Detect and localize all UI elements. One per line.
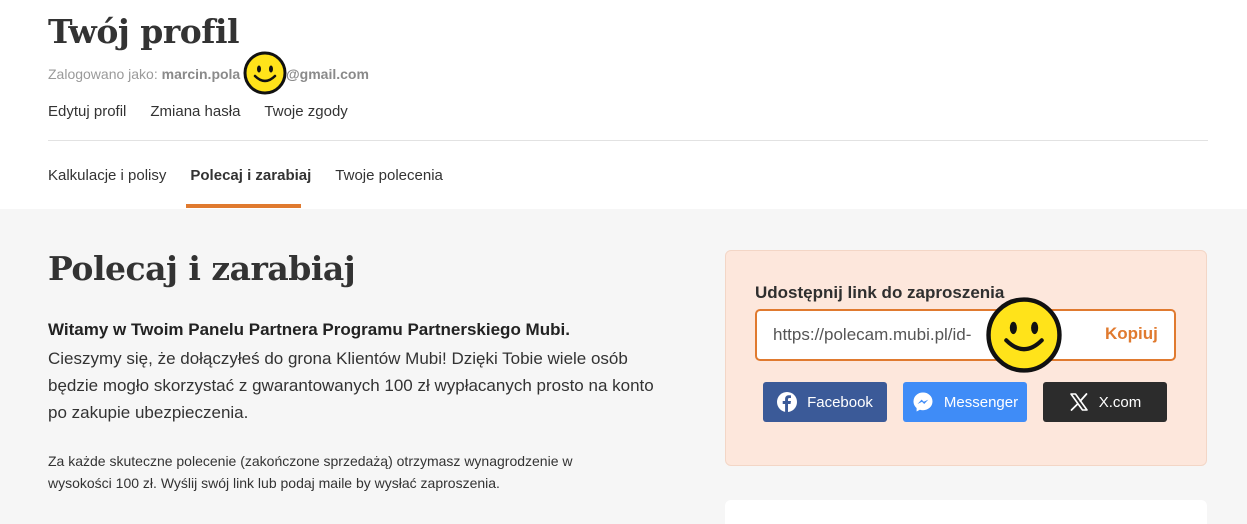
logged-in-email-end: @gmail.com xyxy=(286,66,369,82)
facebook-share-button[interactable]: Facebook xyxy=(763,382,887,422)
tab-your-referrals[interactable]: Twoje polecenia xyxy=(335,167,443,184)
logged-in-label: Zalogowano jako: xyxy=(48,66,158,82)
welcome-text: Cieszymy się, że dołączyłeś do grona Kli… xyxy=(48,349,654,422)
messenger-icon xyxy=(913,392,933,412)
facebook-icon xyxy=(777,392,798,412)
smiley-redaction-icon xyxy=(986,297,1062,373)
secondary-card xyxy=(725,500,1207,524)
header-divider xyxy=(48,140,1208,141)
x-share-button[interactable]: X.com xyxy=(1043,382,1167,422)
active-tab-indicator xyxy=(186,204,301,208)
messenger-share-button[interactable]: Messenger xyxy=(903,382,1027,422)
tab-bar: Kalkulacje i polisy Polecaj i zarabiaj T… xyxy=(48,167,443,184)
facebook-label: Facebook xyxy=(807,393,873,411)
invite-link-value: https://polecam.mubi.pl/id- xyxy=(773,325,972,344)
tab-calculations-policies[interactable]: Kalkulacje i polisy xyxy=(48,167,166,184)
x-label: X.com xyxy=(1098,393,1142,411)
welcome-heading: Witamy w Twoim Panelu Partnera Programu … xyxy=(48,320,570,339)
profile-links: Edytuj profil Zmiana hasła Twoje zgody xyxy=(48,103,348,120)
change-password-link[interactable]: Zmiana hasła xyxy=(150,103,240,120)
messenger-label: Messenger xyxy=(943,393,1019,411)
x-icon xyxy=(1069,393,1088,411)
section-title: Polecaj i zarabiaj xyxy=(48,249,356,288)
smiley-redaction-icon xyxy=(243,51,287,95)
edit-profile-link[interactable]: Edytuj profil xyxy=(48,103,126,120)
share-label: Udostępnij link do zaproszenia xyxy=(755,283,1005,302)
tab-refer-and-earn[interactable]: Polecaj i zarabiaj xyxy=(190,167,311,184)
consents-link[interactable]: Twoje zgody xyxy=(264,103,347,120)
copy-button[interactable]: Kopiuj xyxy=(1105,324,1158,344)
page-title: Twój profil xyxy=(48,12,240,51)
logged-in-email-start: marcin.pola xyxy=(161,66,241,82)
reward-note: Za każde skuteczne polecenie (zakończone… xyxy=(48,453,573,491)
logged-in-info: Zalogowano jako: marcin.pola xyxy=(48,66,240,82)
